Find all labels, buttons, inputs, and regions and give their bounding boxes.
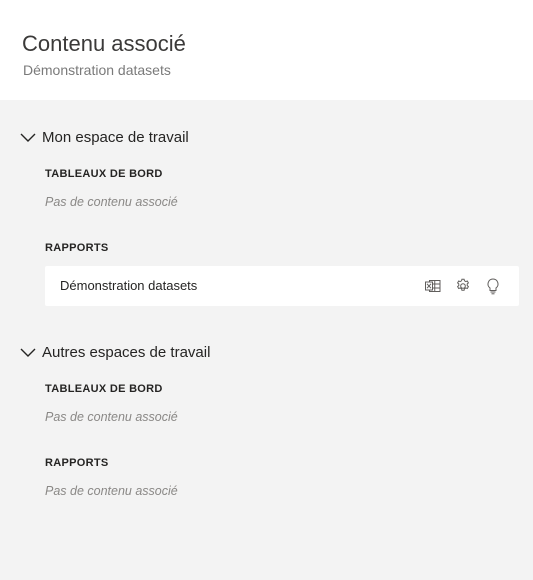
empty-state-text: Pas de contenu associé — [45, 195, 178, 209]
chevron-down-icon — [20, 348, 36, 357]
empty-state-text: Pas de contenu associé — [45, 484, 178, 498]
insights-lightbulb-icon[interactable] — [484, 277, 502, 295]
section-toggle-other-workspaces[interactable]: Autres espaces de travail — [20, 342, 210, 362]
panel-subtitle: Démonstration datasets — [23, 62, 171, 78]
category-label-reports: RAPPORTS — [45, 457, 109, 469]
excel-analyze-icon[interactable] — [424, 277, 442, 295]
category-label-dashboards: TABLEAUX DE BORD — [45, 168, 163, 180]
panel-header: Contenu associé Démonstration datasets — [0, 0, 533, 100]
panel-title: Contenu associé — [22, 31, 186, 56]
chevron-down-icon — [20, 133, 36, 142]
empty-state-text: Pas de contenu associé — [45, 410, 178, 424]
report-item-name: Démonstration datasets — [60, 278, 198, 293]
report-item[interactable]: Démonstration datasets — [45, 266, 519, 306]
section-label: Mon espace de travail — [42, 128, 189, 146]
category-label-reports: RAPPORTS — [45, 242, 109, 254]
settings-gear-icon[interactable] — [454, 277, 472, 295]
section-toggle-my-workspace[interactable]: Mon espace de travail — [20, 127, 189, 147]
section-label: Autres espaces de travail — [42, 343, 211, 361]
related-content-body: Mon espace de travail TABLEAUX DE BORD P… — [0, 100, 533, 580]
category-label-dashboards: TABLEAUX DE BORD — [45, 383, 163, 395]
